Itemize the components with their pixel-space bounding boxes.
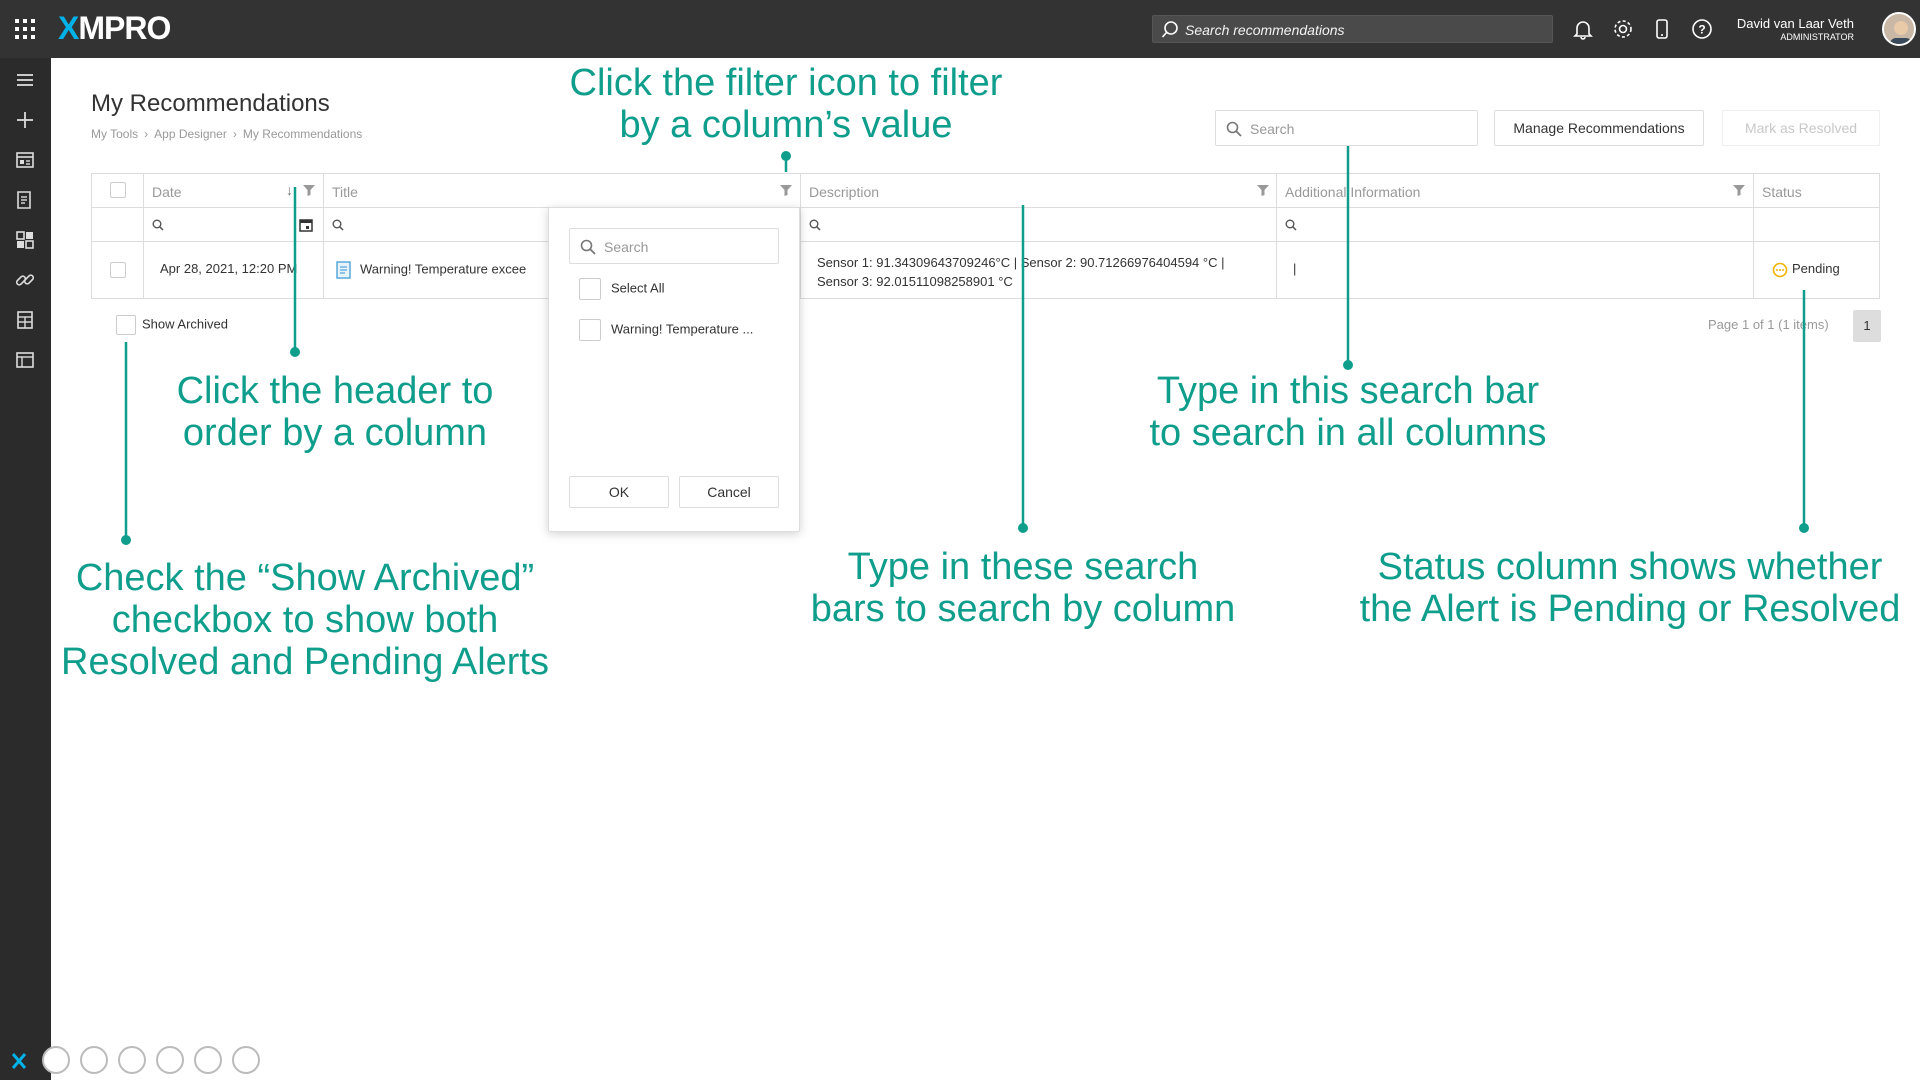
edit-icon[interactable] [80, 1046, 108, 1074]
annotation-filter-icon: Click the filter icon to filter by a colu… [569, 62, 1003, 146]
more-icon[interactable] [232, 1046, 260, 1074]
image-icon[interactable] [194, 1046, 222, 1074]
annotation-show-archived: Check the “Show Archived” checkbox to sho… [61, 557, 549, 683]
zoom-icon[interactable] [156, 1046, 184, 1074]
annotation-global-search: Type in this search bar to search in all … [1149, 370, 1547, 454]
xmpro-brand-icon[interactable] [4, 1046, 34, 1076]
annotation-connectors [121, 146, 1809, 545]
annotation-order-by-header: Click the header to order by a column [176, 370, 494, 454]
annotation-status-column: Status column shows whether the Alert is … [1359, 546, 1901, 630]
annotation-column-search: Type in these search bars to search by co… [810, 546, 1236, 630]
play-icon[interactable] [42, 1046, 70, 1074]
copy-icon[interactable] [118, 1046, 146, 1074]
